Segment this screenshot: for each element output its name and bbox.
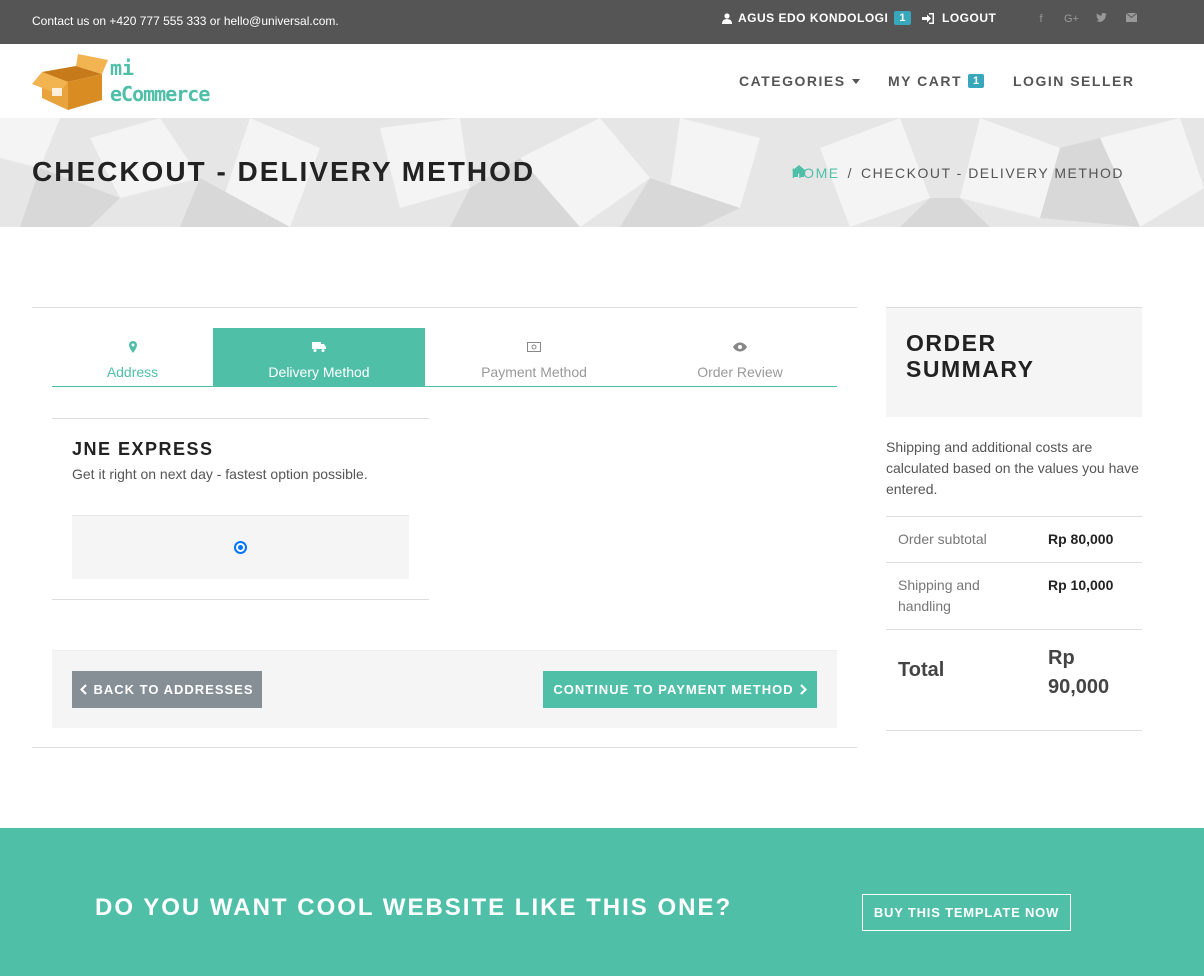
- tab-delivery-method[interactable]: Delivery Method: [213, 328, 425, 386]
- contact-info: Contact us on +420 777 555 333 or hello@…: [32, 14, 339, 28]
- delivery-option-description: Get it right on next day - fastest optio…: [72, 466, 368, 482]
- order-summary-title: ORDER SUMMARY: [906, 330, 1035, 382]
- social-links: f G+: [1034, 12, 1138, 25]
- continue-button-label: CONTINUE TO PAYMENT METHOD: [553, 682, 794, 697]
- map-marker-icon: [128, 341, 137, 353]
- login-seller-link[interactable]: LOGIN SELLER: [1013, 73, 1134, 89]
- chevron-down-icon: [851, 78, 860, 84]
- categories-label: CATEGORIES: [739, 73, 846, 89]
- page-heading: CHECKOUT - DELIVERY METHOD HOME / CHECKO…: [0, 118, 1204, 227]
- envelope-icon[interactable]: [1124, 12, 1138, 25]
- logo-text-bottom: eCommerce: [110, 82, 210, 106]
- promo-headline: DO YOU WANT COOL WEBSITE LIKE THIS ONE?: [95, 894, 733, 921]
- checkout-actions: BACK TO ADDRESSES CONTINUE TO PAYMENT ME…: [52, 650, 837, 728]
- main-navbar: mi eCommerce CATEGORIES MY CART 1 LOGIN …: [0, 44, 1204, 118]
- back-to-addresses-button[interactable]: BACK TO ADDRESSES: [72, 671, 262, 708]
- order-summary-note: Shipping and additional costs are calcul…: [886, 439, 1139, 497]
- logout-link[interactable]: LOGOUT: [922, 11, 996, 25]
- continue-to-payment-button[interactable]: CONTINUE TO PAYMENT METHOD: [543, 671, 817, 708]
- page-title: CHECKOUT - DELIVERY METHOD: [32, 156, 536, 187]
- categories-menu[interactable]: CATEGORIES: [739, 73, 860, 89]
- tab-delivery-method-label: Delivery Method: [268, 364, 370, 380]
- shipping-label: Shipping and handling: [898, 577, 980, 614]
- promo-banner: DO YOU WANT COOL WEBSITE LIKE THIS ONE? …: [0, 828, 1204, 976]
- breadcrumb-separator: /: [847, 165, 853, 181]
- subtotal-value: Rp 80,000: [1048, 531, 1114, 547]
- user-account-link[interactable]: AGUS EDO KONDOLOGI 1: [722, 11, 911, 25]
- user-name: AGUS EDO KONDOLOGI: [738, 11, 889, 25]
- my-cart-label: MY CART: [888, 73, 963, 89]
- top-bar: Contact us on +420 777 555 333 or hello@…: [0, 0, 1204, 44]
- delivery-option: JNE EXPRESS Get it right on next day - f…: [52, 418, 429, 600]
- order-summary-header: ORDER SUMMARY: [886, 307, 1142, 417]
- google-plus-icon[interactable]: G+: [1064, 13, 1079, 25]
- home-icon: [791, 165, 806, 177]
- tab-payment-method[interactable]: Payment Method: [425, 328, 643, 386]
- cart-count-badge: 1: [968, 74, 985, 88]
- tab-order-review-label: Order Review: [697, 364, 783, 380]
- delivery-option-name: JNE EXPRESS: [72, 439, 214, 459]
- user-icon: [722, 12, 732, 24]
- logo[interactable]: mi eCommerce: [32, 54, 244, 110]
- total-value: Rp 90,000: [1048, 647, 1110, 698]
- eye-icon: [733, 342, 747, 352]
- user-badge: 1: [894, 11, 911, 25]
- tab-address-label: Address: [106, 364, 159, 380]
- checkout-box: Address Delivery Method Payment Method O…: [32, 307, 857, 748]
- tab-payment-method-label: Payment Method: [481, 364, 587, 380]
- summary-row-total: Total Rp 90,000: [886, 629, 1142, 730]
- delivery-option-select: [72, 515, 409, 579]
- tab-address[interactable]: Address: [52, 328, 213, 386]
- chevron-right-icon: [799, 684, 807, 695]
- money-icon: [527, 342, 541, 352]
- breadcrumb-home-link[interactable]: HOME: [791, 165, 840, 181]
- breadcrumb: HOME / CHECKOUT - DELIVERY METHOD: [791, 165, 1124, 181]
- summary-row-shipping: Shipping and handling Rp 10,000: [886, 562, 1142, 629]
- chevron-left-icon: [80, 684, 88, 695]
- breadcrumb-current: CHECKOUT - DELIVERY METHOD: [860, 165, 1124, 181]
- subtotal-label: Order subtotal: [898, 531, 987, 547]
- summary-row-subtotal: Order subtotal Rp 80,000: [886, 516, 1142, 562]
- truck-icon: [312, 342, 326, 352]
- logo-text-top: mi: [110, 56, 135, 80]
- twitter-icon[interactable]: [1094, 12, 1108, 25]
- checkout-steps: Address Delivery Method Payment Method O…: [52, 328, 837, 387]
- box-logo-icon: [32, 54, 108, 110]
- shipping-value: Rp 10,000: [1048, 577, 1114, 593]
- back-button-label: BACK TO ADDRESSES: [93, 682, 254, 697]
- my-cart-link[interactable]: MY CART 1: [888, 73, 985, 89]
- summary-divider: [886, 730, 1142, 731]
- delivery-radio[interactable]: [234, 541, 247, 554]
- tab-order-review[interactable]: Order Review: [643, 328, 837, 386]
- facebook-icon[interactable]: f: [1034, 13, 1048, 25]
- logout-label: LOGOUT: [942, 11, 997, 25]
- total-label: Total: [898, 659, 945, 681]
- sign-out-icon: [922, 12, 934, 24]
- buy-template-button[interactable]: BUY THIS TEMPLATE NOW: [862, 894, 1071, 931]
